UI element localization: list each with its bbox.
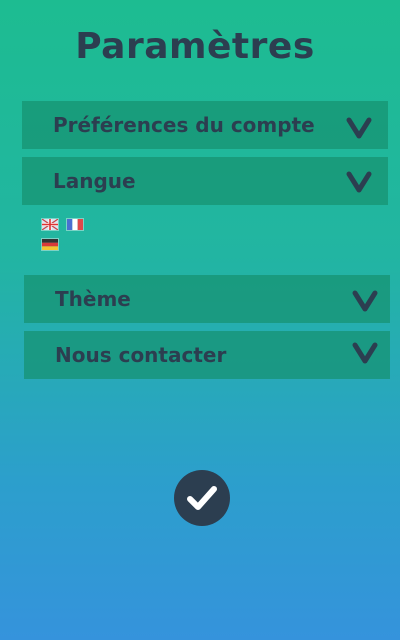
section-language[interactable]: Langue <box>22 157 388 205</box>
chevron-down-icon[interactable] <box>346 171 372 193</box>
checkmark-icon <box>187 486 217 510</box>
section-account-preferences-label: Préférences du compte <box>53 113 315 137</box>
section-theme-label: Thème <box>55 287 131 311</box>
section-contact-label: Nous contacter <box>55 343 227 367</box>
uk-flag-icon[interactable] <box>42 219 58 230</box>
section-theme[interactable]: Thème <box>24 275 390 323</box>
section-language-label: Langue <box>53 169 136 193</box>
france-flag-icon[interactable] <box>67 219 83 230</box>
page-title: Paramètres <box>75 26 315 67</box>
chevron-down-icon[interactable] <box>346 117 372 139</box>
confirm-button[interactable] <box>174 470 230 526</box>
chevron-down-icon[interactable] <box>352 290 378 312</box>
section-account-preferences[interactable]: Préférences du compte <box>22 101 388 149</box>
chevron-down-icon[interactable] <box>352 342 378 364</box>
germany-flag-icon[interactable] <box>42 239 58 250</box>
section-contact[interactable]: Nous contacter <box>24 331 390 379</box>
